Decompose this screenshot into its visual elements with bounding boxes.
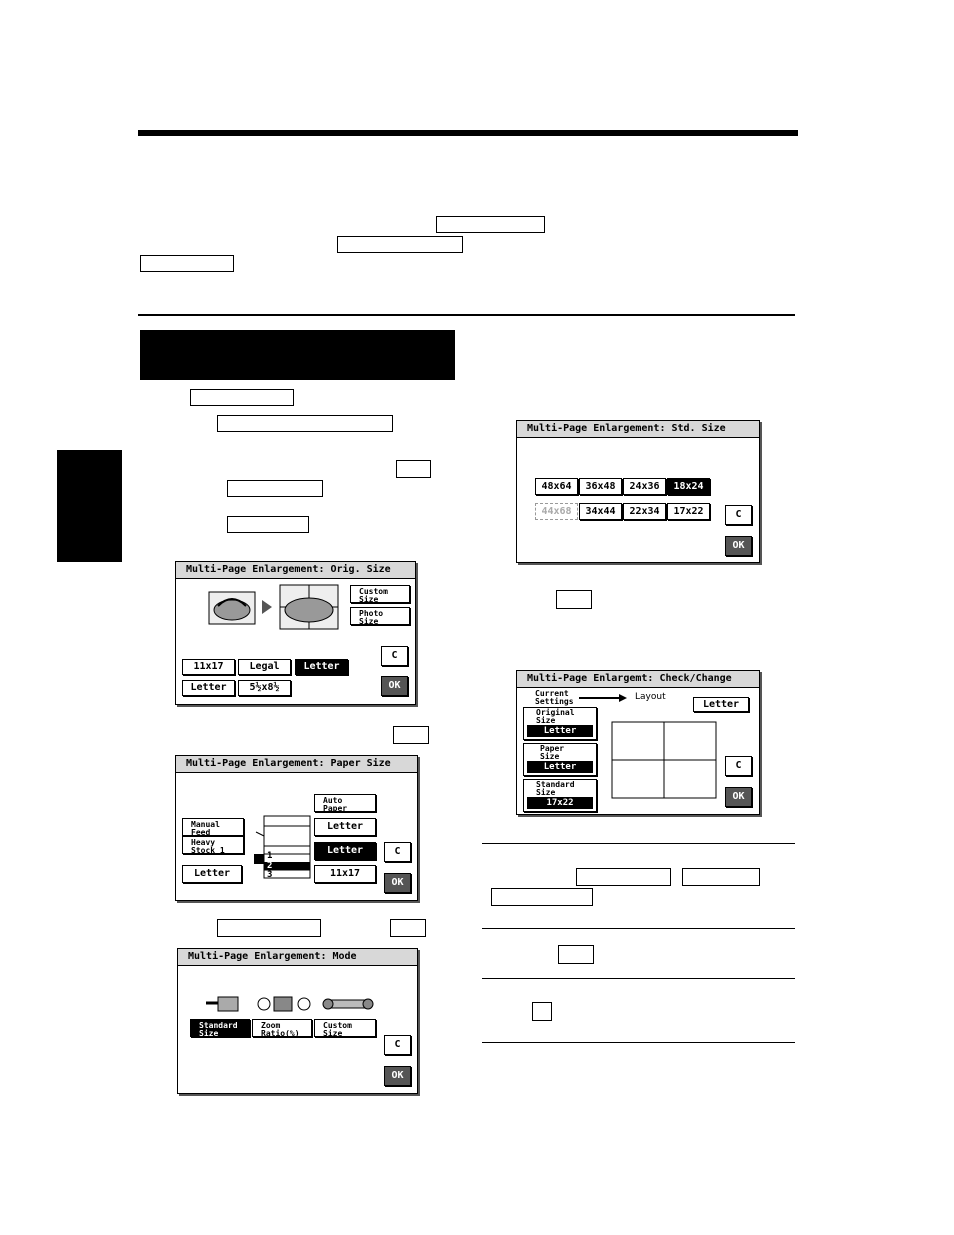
paper-size-value: Letter	[527, 761, 593, 773]
note-key-2	[682, 868, 760, 886]
orig-size-panel: Multi-Page Enlargement: Orig. Size Custo…	[175, 561, 416, 705]
custom-size-button[interactable]: Custom Size	[314, 1019, 376, 1037]
arrow-right-icon	[262, 600, 272, 614]
note-key-3	[491, 888, 593, 906]
layout-grid	[611, 721, 717, 799]
clear-button[interactable]: C	[384, 842, 411, 862]
size-36x48-button[interactable]: 36x48	[579, 478, 622, 495]
paper-size-label: Paper Size	[540, 744, 565, 761]
original-size-box: Original Size Letter	[523, 707, 597, 740]
copier-diagram-icon	[254, 815, 311, 879]
bypass-letter-button[interactable]: Letter	[182, 865, 242, 883]
ok-button[interactable]: OK	[384, 873, 411, 893]
size-11x17-button[interactable]: 11x17	[182, 659, 235, 675]
step-key-9	[556, 590, 592, 609]
step-key-4	[227, 480, 323, 497]
current-settings-label: Current Settings	[535, 689, 574, 706]
note-key-1	[576, 868, 671, 886]
tray-number-1: 1	[267, 851, 273, 861]
panel-title: Multi-Page Enlargemt: Check/Change	[517, 671, 759, 688]
size-half-letter-button[interactable]: 5½x8½	[238, 680, 291, 696]
heavy-stock-button[interactable]: Heavy Stock 1	[182, 836, 244, 854]
zoom-ratio-icon	[257, 996, 311, 1012]
photo-size-button[interactable]: Photo Size	[350, 607, 410, 625]
tray-number-3: 3	[267, 870, 273, 880]
standard-size-button[interactable]: Standard Size	[190, 1019, 250, 1037]
original-size-label: Original Size	[536, 708, 575, 725]
auto-paper-button[interactable]: Auto Paper	[314, 794, 376, 812]
rule-right-1	[482, 843, 795, 844]
panel-title: Multi-Page Enlargement: Orig. Size	[176, 562, 415, 579]
arrow-right-icon	[579, 694, 627, 702]
size-44x68-button: 44x68	[535, 503, 578, 520]
step-key-3	[396, 460, 431, 478]
size-legal-button[interactable]: Legal	[238, 659, 291, 675]
size-letter-landscape-button[interactable]: Letter	[295, 659, 348, 675]
paper-size-panel: Multi-Page Enlargement: Paper Size Auto …	[175, 755, 418, 901]
size-18x24-button[interactable]: 18x24	[667, 478, 710, 495]
size-34x44-button[interactable]: 34x44	[579, 503, 622, 520]
original-size-value: Letter	[527, 725, 593, 737]
ok-button[interactable]: OK	[725, 787, 752, 807]
clear-button[interactable]: C	[725, 756, 752, 776]
standard-size-label: Standard Size	[536, 780, 575, 797]
custom-size-icon	[322, 998, 374, 1010]
custom-size-button[interactable]: Custom Size	[350, 585, 410, 603]
tray1-letter-button[interactable]: Letter	[314, 818, 376, 836]
size-22x34-button[interactable]: 22x34	[623, 503, 666, 520]
mode-panel: Multi-Page Enlargement: Mode Standard Si…	[177, 948, 418, 1094]
rule-right-2	[482, 928, 795, 929]
ok-button[interactable]: OK	[725, 536, 752, 556]
size-48x64-button[interactable]: 48x64	[535, 478, 578, 495]
intro-key-1	[436, 216, 545, 233]
ok-button[interactable]: OK	[384, 1066, 411, 1086]
check-change-panel: Multi-Page Enlargemt: Check/Change Curre…	[516, 670, 760, 815]
ok-button[interactable]: OK	[381, 676, 408, 696]
note-key-4	[558, 945, 594, 964]
rule-right-4	[482, 1042, 795, 1043]
step-key-2	[217, 415, 393, 432]
manual-feed-button[interactable]: Manual Feed	[182, 818, 244, 836]
panel-title: Multi-Page Enlargement: Std. Size	[517, 421, 759, 438]
standard-size-icon	[206, 996, 239, 1012]
panel-title: Multi-Page Enlargement: Paper Size	[176, 756, 417, 773]
clear-button[interactable]: C	[381, 646, 408, 666]
intro-key-2	[337, 236, 463, 253]
size-letter-portrait-button[interactable]: Letter	[182, 680, 235, 696]
size-17x22-button[interactable]: 17x22	[667, 503, 710, 520]
top-rule	[138, 130, 798, 136]
size-24x36-button[interactable]: 24x36	[623, 478, 666, 495]
tray2-letter-button[interactable]: Letter	[314, 842, 376, 860]
step-key-1	[190, 389, 294, 406]
step-key-6	[393, 726, 429, 744]
original-image-icon	[208, 591, 256, 625]
paper-size-box: Paper Size Letter	[523, 743, 597, 776]
rule-right-3	[482, 978, 795, 979]
clear-button[interactable]: C	[725, 505, 752, 525]
step-key-7	[217, 919, 321, 937]
standard-size-value: 17x22	[527, 797, 593, 809]
enlarged-image-icon	[279, 584, 339, 630]
layout-paper-label: Letter	[693, 697, 749, 712]
section-heading-bar	[140, 330, 455, 380]
step-key-8	[390, 919, 426, 937]
panel-title: Multi-Page Enlargement: Mode	[178, 949, 417, 966]
step-key-5	[227, 516, 309, 533]
chapter-side-tab	[57, 450, 122, 562]
section-rule	[138, 314, 795, 316]
intro-key-3	[140, 255, 234, 272]
standard-size-box: Standard Size 17x22	[523, 779, 597, 812]
clear-button[interactable]: C	[384, 1035, 411, 1055]
zoom-ratio-button[interactable]: Zoom Ratio(%)	[252, 1019, 312, 1037]
layout-label: Layout	[635, 692, 666, 702]
tray3-11x17-button[interactable]: 11x17	[314, 865, 376, 883]
std-size-panel: Multi-Page Enlargement: Std. Size 48x64 …	[516, 420, 760, 563]
note-key-5	[532, 1002, 552, 1021]
